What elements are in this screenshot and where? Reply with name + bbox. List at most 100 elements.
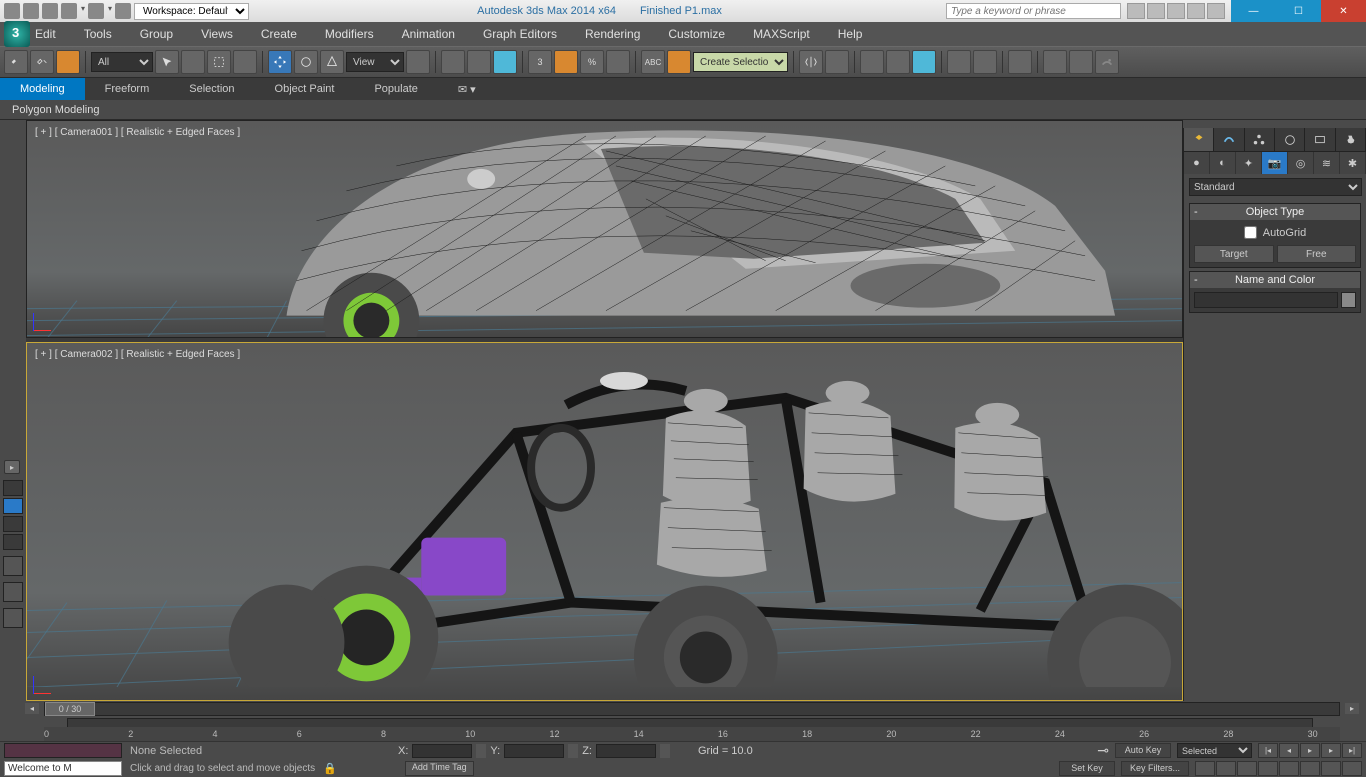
save-icon[interactable] [42,3,58,19]
timeslider-thumb[interactable]: 0 / 30 [45,702,95,716]
menu-maxscript[interactable]: MAXScript [753,27,810,41]
key-mode-icon[interactable]: ⊸ [1097,742,1109,759]
link-icon[interactable] [4,50,28,74]
angle-snap-icon[interactable] [554,50,578,74]
fov-icon[interactable] [1300,761,1320,776]
zoom-all-icon[interactable] [1258,761,1278,776]
graphite-icon[interactable] [912,50,936,74]
menu-animation[interactable]: Animation [402,27,455,41]
prev-frame-icon[interactable]: ◂ [1279,743,1299,758]
sel-lock-icon[interactable] [1195,761,1215,776]
geometry-icon[interactable]: ● [1184,152,1210,174]
undo-icon[interactable] [61,3,77,19]
play-icon[interactable]: ▸ [1300,743,1320,758]
menu-tools[interactable]: Tools [84,27,112,41]
time-slider[interactable]: ◂ 0 / 30 ▸ [44,702,1340,716]
ref-coord-select[interactable]: View [346,52,404,72]
next-frame-icon[interactable]: ▸ [1321,743,1341,758]
target-button[interactable]: Target [1194,245,1274,263]
move-icon[interactable] [268,50,292,74]
viewport-camera001[interactable]: [ + ] [ Camera001 ] [ Realistic + Edged … [26,120,1183,338]
viewport-label-bot[interactable]: [ + ] [ Camera002 ] [ Realistic + Edged … [35,349,240,360]
z-spinner[interactable] [660,744,670,758]
favorites-icon[interactable] [1187,3,1205,19]
scale-icon[interactable] [320,50,344,74]
layers-icon[interactable] [860,50,884,74]
maximize-button[interactable]: ☐ [1276,0,1321,22]
x-input[interactable] [412,744,472,758]
pivot-center-icon[interactable] [406,50,430,74]
leftbar-slot-3[interactable] [3,516,23,532]
select-name-icon[interactable] [181,50,205,74]
lights-icon[interactable]: ✦ [1236,152,1262,174]
schematic-icon[interactable] [973,50,997,74]
curve-editor-icon[interactable] [947,50,971,74]
motion-tab-icon[interactable] [1275,128,1305,151]
unlink-icon[interactable] [30,50,54,74]
maxscript-mini-listener-white[interactable] [4,761,122,776]
bind-spacewarp-icon[interactable] [56,50,80,74]
selection-filter-select[interactable]: All [91,52,153,72]
viewport-layout-1-icon[interactable] [3,556,23,576]
viewport-label-top[interactable]: [ + ] [ Camera001 ] [ Realistic + Edged … [35,127,240,138]
goto-end-icon[interactable]: ▸| [1342,743,1362,758]
tab-populate[interactable]: Populate [354,78,437,100]
menu-group[interactable]: Group [140,27,173,41]
tab-freeform[interactable]: Freeform [85,78,170,100]
y-input[interactable] [504,744,564,758]
layer-manager-icon[interactable] [886,50,910,74]
viewport-layout-2-icon[interactable] [3,582,23,602]
setkey-button[interactable]: Set Key [1059,761,1115,776]
percent-snap-icon[interactable]: % [580,50,604,74]
zoom-icon[interactable] [1237,761,1257,776]
create-category-select[interactable]: Standard [1189,178,1362,196]
shapes-icon[interactable]: ◐ [1210,152,1236,174]
ribbon-minimize-icon[interactable]: ✉ ▾ [458,83,478,96]
exchange-icon[interactable] [1167,3,1185,19]
open-icon[interactable] [23,3,39,19]
rollout-header-namecolor[interactable]: -Name and Color [1190,272,1360,288]
autogrid-checkbox[interactable] [1244,226,1257,239]
tab-selection[interactable]: Selection [169,78,254,100]
time-ruler[interactable]: 0 2 4 6 8 10 12 14 16 18 20 22 24 26 28 … [44,727,1340,741]
maxscript-mini-listener-pink[interactable] [4,743,122,758]
menu-grapheditors[interactable]: Graph Editors [483,27,557,41]
helpers-icon[interactable]: ◎ [1288,152,1314,174]
menu-customize[interactable]: Customize [668,27,725,41]
leftbar-slot-1[interactable] [3,480,23,496]
menu-modifiers[interactable]: Modifiers [325,27,374,41]
hierarchy-tab-icon[interactable] [1245,128,1275,151]
pan-icon[interactable] [1216,761,1236,776]
tab-objectpaint[interactable]: Object Paint [255,78,355,100]
select-object-icon[interactable] [155,50,179,74]
workspace-select[interactable]: Workspace: Default [134,3,249,20]
x-spinner[interactable] [476,744,486,758]
spacewarps-icon[interactable]: ≋ [1314,152,1340,174]
maximize-vp-icon[interactable] [1342,761,1362,776]
zoom-extents-icon[interactable] [1279,761,1299,776]
align-icon[interactable] [825,50,849,74]
minimize-button[interactable]: — [1231,0,1276,22]
autokey-button[interactable]: Auto Key [1115,743,1171,758]
mirror-icon[interactable] [799,50,823,74]
goto-start-icon[interactable]: |◂ [1258,743,1278,758]
menu-views[interactable]: Views [201,27,233,41]
y-spinner[interactable] [568,744,578,758]
snap-toggle-3-icon[interactable]: 3 [528,50,552,74]
menu-rendering[interactable]: Rendering [585,27,640,41]
utilities-tab-icon[interactable] [1336,128,1366,151]
named-selection-dropdown[interactable]: Create Selection Se [693,52,788,72]
keyfilters-button[interactable]: Key Filters... [1121,761,1189,776]
object-name-input[interactable] [1194,292,1338,308]
tab-modeling[interactable]: Modeling [0,78,85,100]
infocenter-search[interactable] [946,3,1121,19]
lock-selection-icon[interactable]: 🔒 [323,762,337,775]
project-icon[interactable] [115,3,131,19]
keyfilters-select[interactable]: Selected [1177,743,1252,758]
new-icon[interactable] [4,3,20,19]
orbit-icon[interactable] [1321,761,1341,776]
subscription-icon[interactable] [1147,3,1165,19]
material-editor-icon[interactable] [1008,50,1032,74]
edit-named-sel-icon[interactable]: ABC [641,50,665,74]
named-selection-icon[interactable] [493,50,517,74]
